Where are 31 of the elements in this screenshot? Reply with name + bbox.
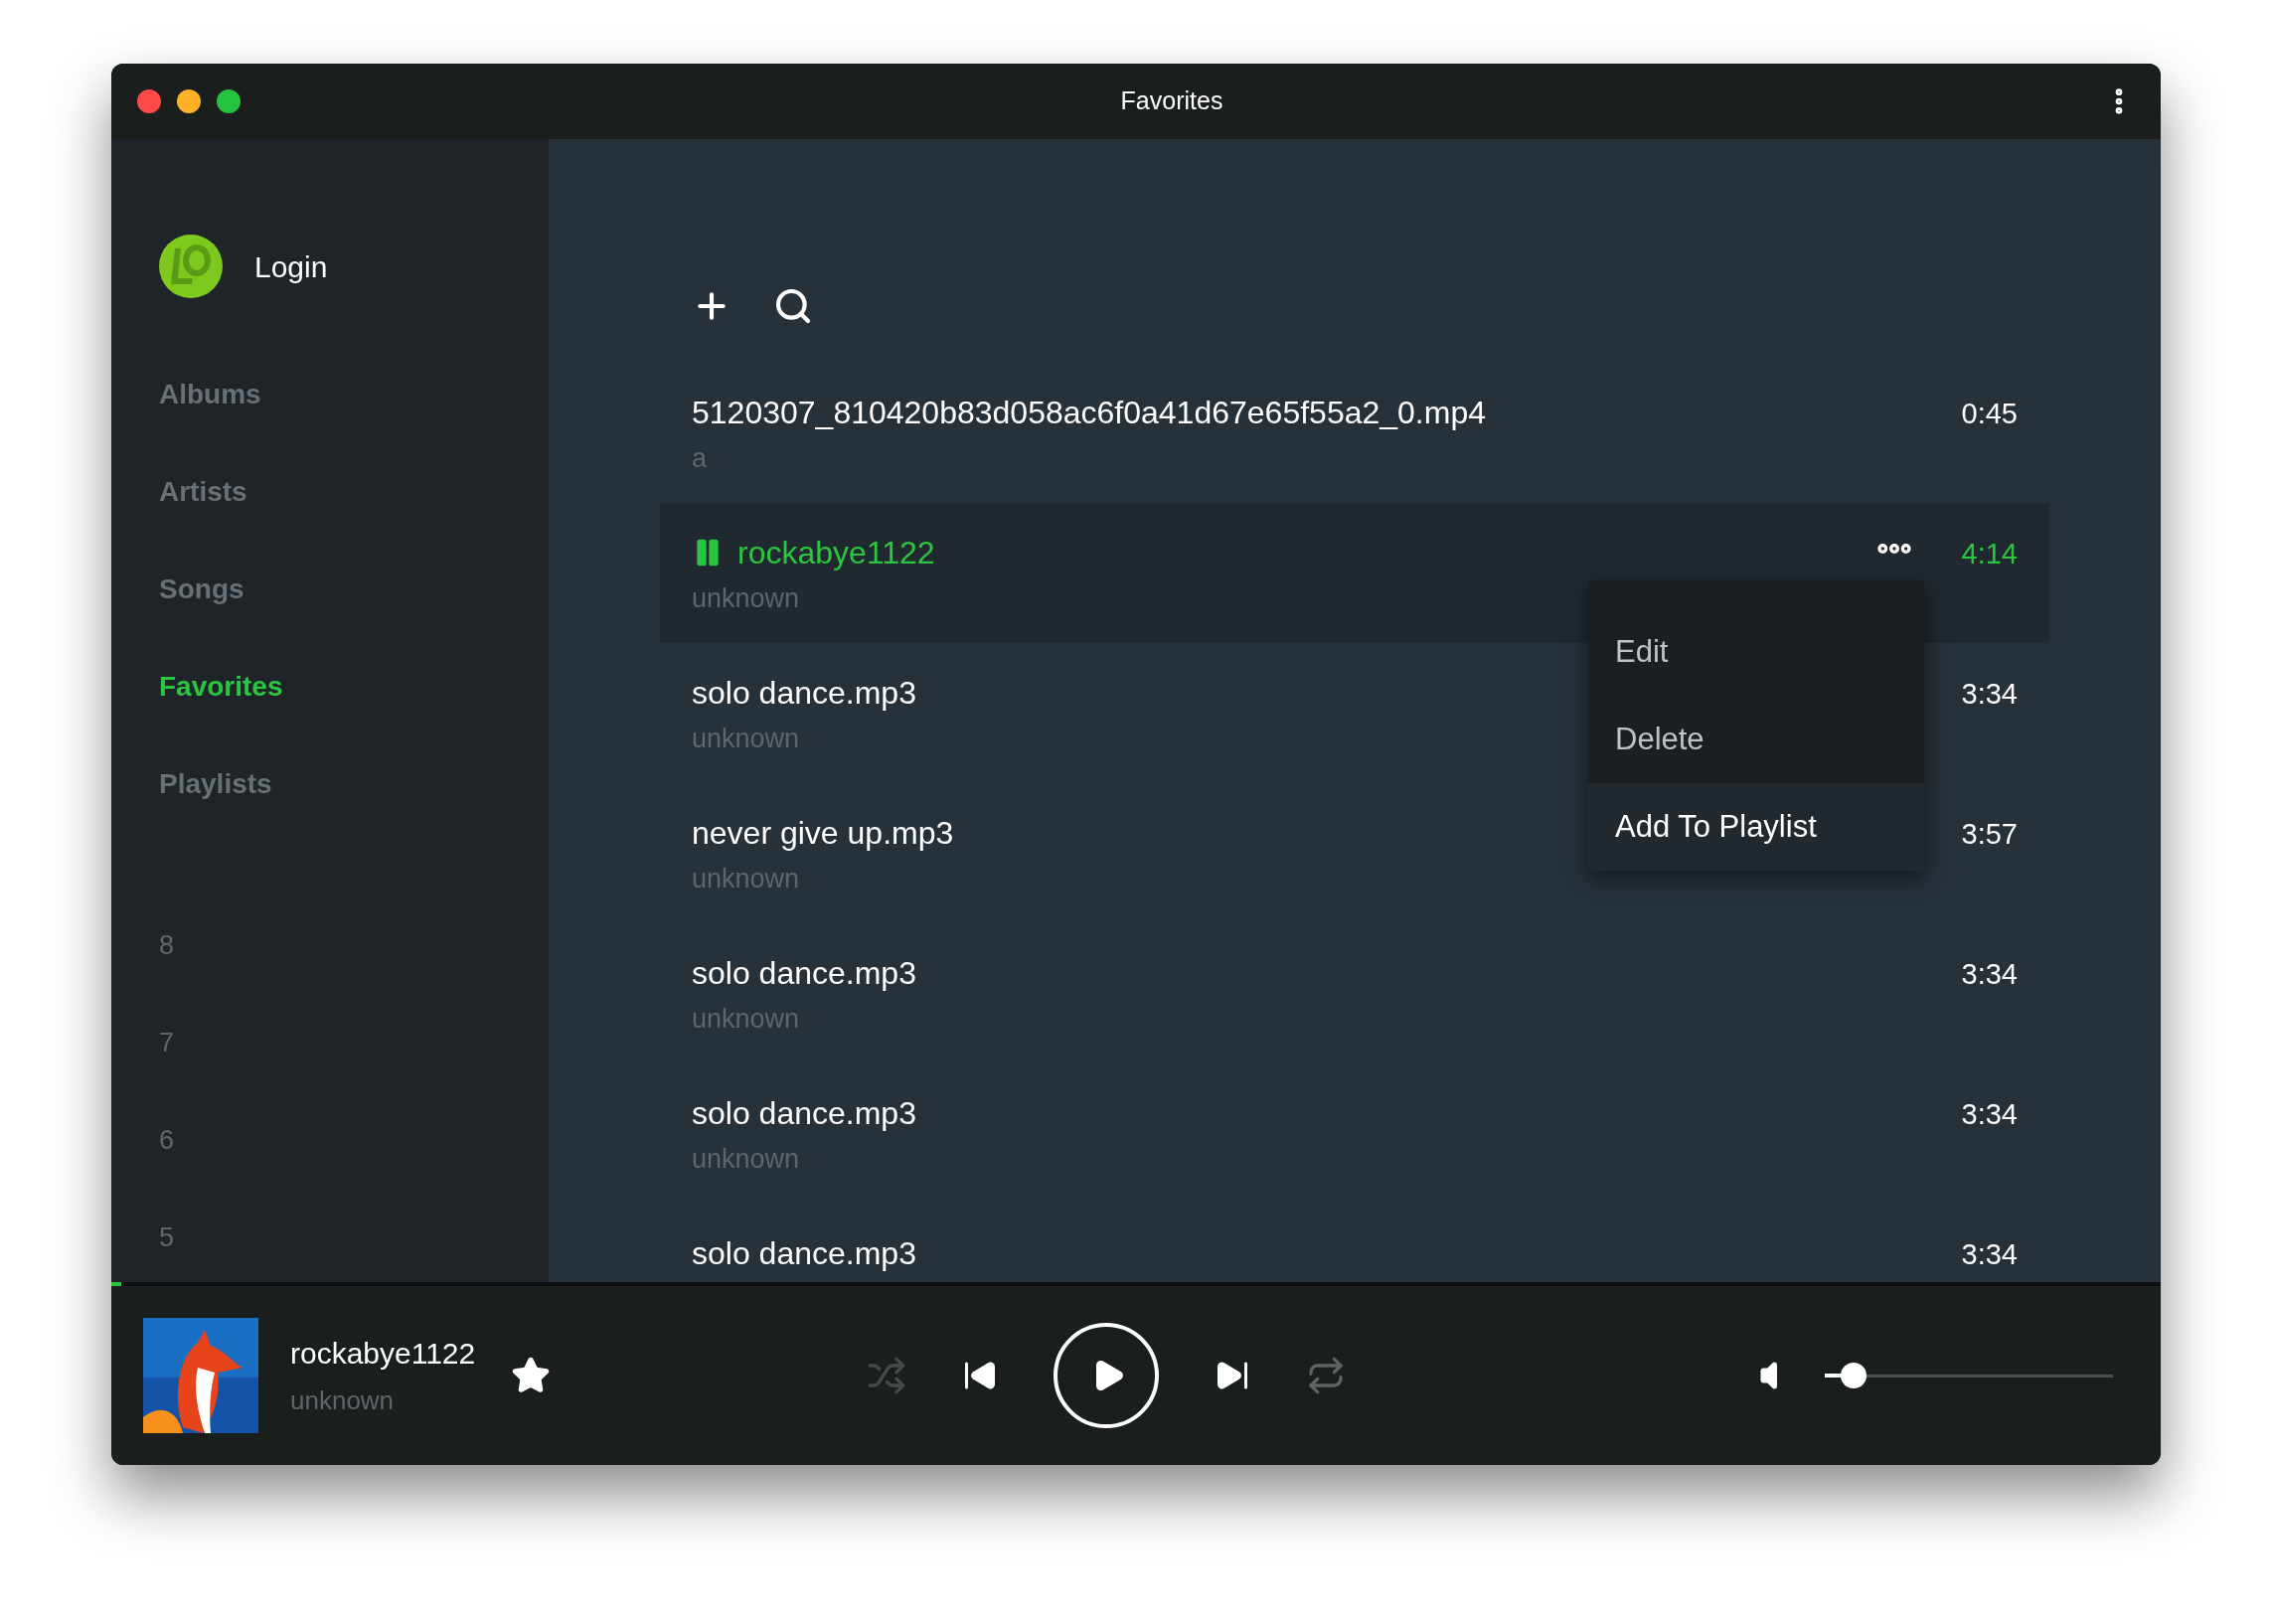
song-title[interactable]: solo dance.mp3 — [692, 949, 916, 997]
volume-thumb[interactable] — [1841, 1363, 1866, 1388]
song-title[interactable]: solo dance.mp3 — [692, 1089, 916, 1137]
song-duration: 3:34 — [1961, 957, 2018, 992]
avatar[interactable] — [159, 235, 223, 298]
song-title[interactable]: never give up.mp3 — [692, 809, 954, 857]
maximize-button[interactable] — [217, 89, 241, 113]
song-artist: unknown — [692, 582, 800, 615]
play-button[interactable] — [1054, 1323, 1160, 1428]
star-icon[interactable] — [511, 1356, 552, 1395]
song-title[interactable]: 5120307_810420b83d058ac6f0a41d67e65f55a2_0.mp4 — [692, 389, 1486, 436]
window-title: Favorites — [1120, 85, 1223, 117]
song-duration: 3:34 — [1961, 1097, 2018, 1132]
minimize-button[interactable] — [177, 89, 201, 113]
now-playing-artist: unknown — [290, 1384, 396, 1417]
song-duration: 3:34 — [1961, 1237, 2018, 1272]
menu-item[interactable]: Add To Playlist — [1588, 783, 1924, 871]
song-duration: 0:45 — [1961, 397, 2018, 431]
volume-slider[interactable] — [1825, 1362, 2113, 1389]
login-link[interactable]: Login — [254, 244, 328, 289]
close-button[interactable] — [137, 89, 161, 113]
song-title[interactable]: rockabye1122 — [737, 529, 935, 576]
song-duration: 3:34 — [1961, 677, 2018, 712]
now-playing-title: rockabye1122 — [290, 1336, 476, 1372]
menu-item[interactable]: Delete — [1588, 696, 1924, 783]
search-icon[interactable] — [773, 286, 813, 326]
song-title[interactable]: solo dance.mp3 — [692, 1229, 916, 1277]
song-duration: 4:14 — [1961, 537, 2018, 571]
song-title[interactable]: solo dance.mp3 — [692, 669, 916, 717]
song-duration: 3:57 — [1961, 817, 2018, 852]
nav-item[interactable]: Favorites — [159, 638, 549, 735]
